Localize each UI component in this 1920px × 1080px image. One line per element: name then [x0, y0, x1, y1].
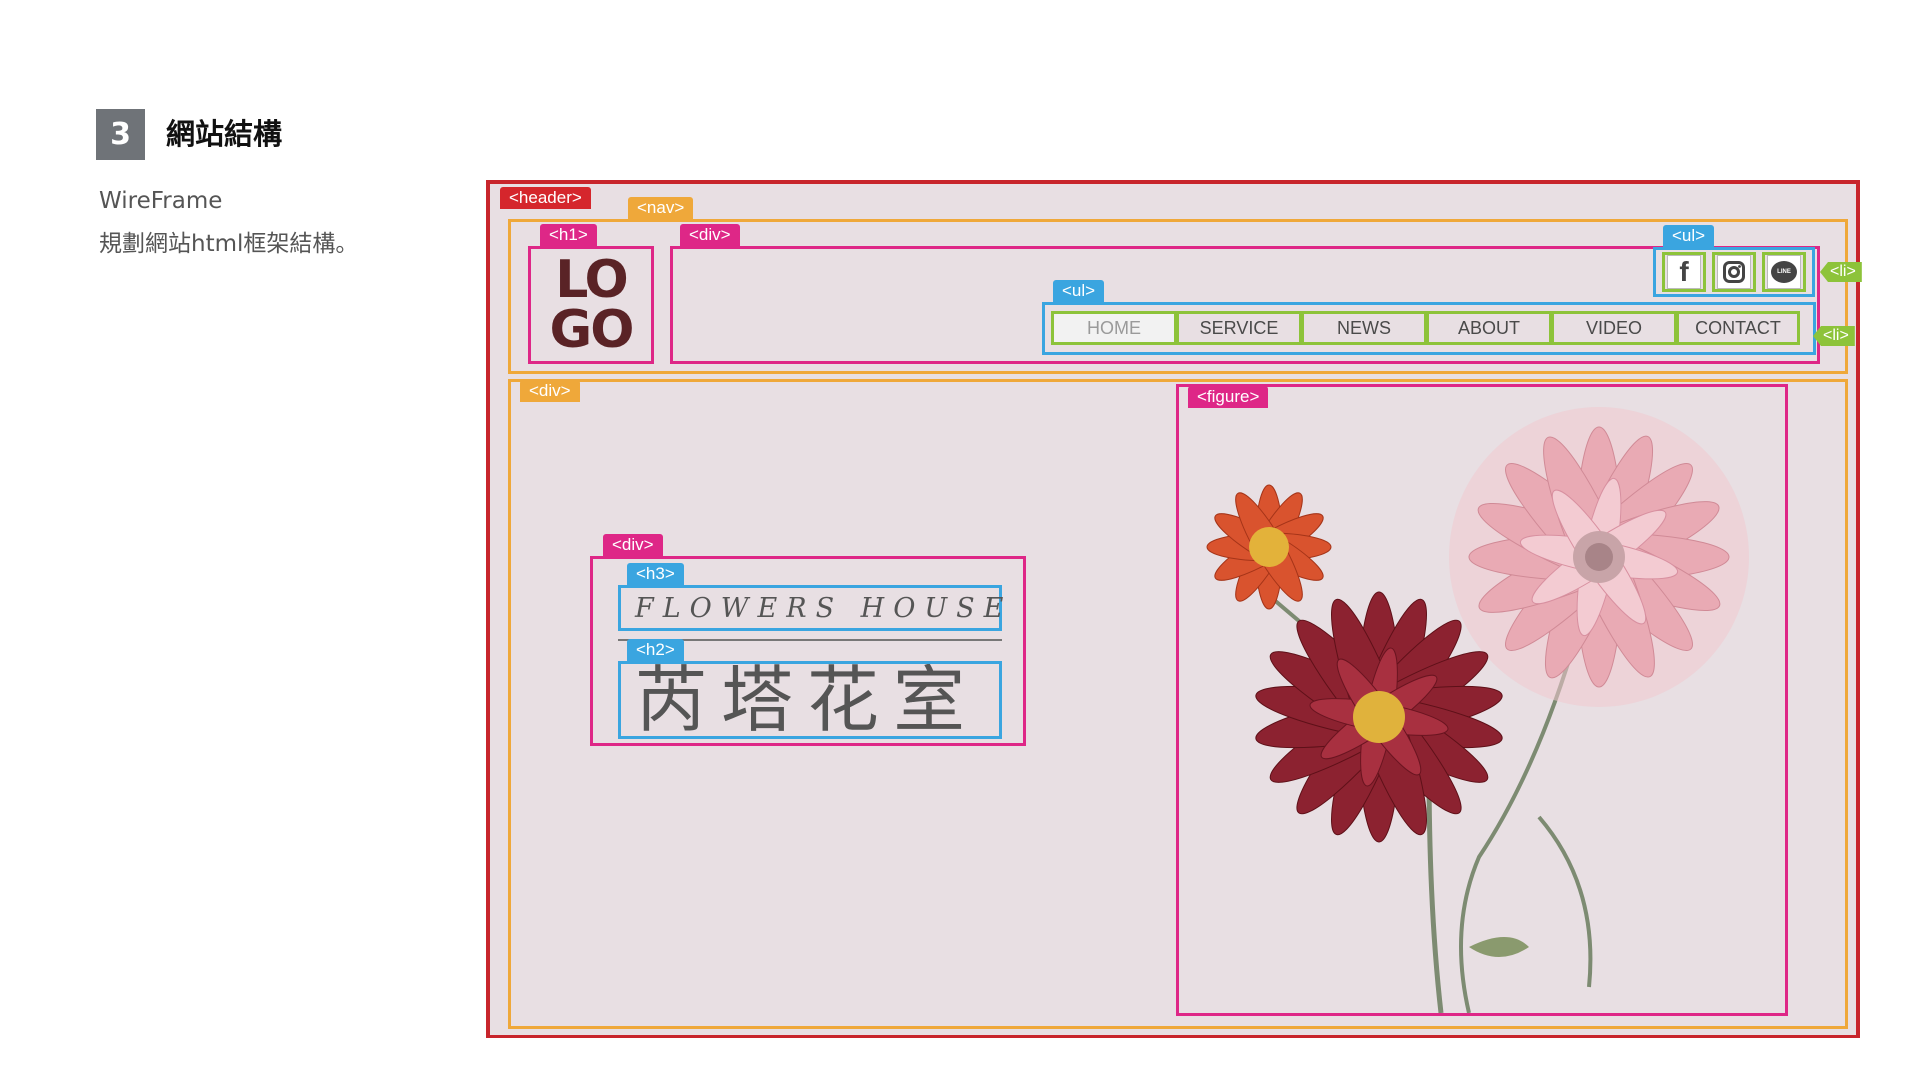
nav-item-about[interactable]: ABOUT: [1426, 311, 1552, 345]
h3-tag: <h3>: [627, 563, 684, 585]
line-icon: LINE: [1771, 261, 1797, 283]
h1-frame: LO GO: [528, 246, 654, 364]
logo-line-2: GO: [549, 300, 635, 360]
facebook-icon: f: [1679, 256, 1689, 287]
social-item-facebook[interactable]: f: [1662, 252, 1706, 292]
header-tag: <header>: [500, 187, 591, 209]
hero-title: 芮塔花室: [635, 661, 980, 739]
wireframe-canvas: <header> <nav> <h1> LO GO <div> <ul> f L…: [486, 180, 1862, 1038]
ul-social-tag: <ul>: [1663, 225, 1715, 247]
nav-item-service[interactable]: SERVICE: [1176, 311, 1302, 345]
ul-nav-frame: HOME SERVICE NEWS ABOUT VIDEO CONTACT: [1042, 302, 1816, 355]
nav-item-contact[interactable]: CONTACT: [1676, 311, 1800, 345]
ul-nav-tag: <ul>: [1053, 280, 1105, 302]
section-number: 3: [96, 109, 145, 160]
h2-tag: <h2>: [627, 639, 684, 661]
h1-tag: <h1>: [540, 224, 597, 246]
section-subtitle: WireFrame: [99, 188, 223, 214]
div-text-tag: <div>: [603, 534, 663, 556]
instagram-icon: [1723, 261, 1745, 283]
h3-frame: FLOWERS HOUSE: [618, 585, 1003, 631]
nav-tag: <nav>: [628, 197, 694, 219]
line-icon-label: LINE: [1777, 269, 1791, 275]
hero-subtitle: FLOWERS HOUSE: [635, 592, 1013, 624]
section-description: 規劃網站html框架結構。: [99, 231, 359, 257]
section-title: 網站結構: [166, 117, 283, 151]
div-top-tag: <div>: [680, 224, 740, 246]
social-item-line[interactable]: LINE: [1762, 252, 1806, 292]
flower-illustration: [1206, 407, 1749, 1013]
logo[interactable]: LO GO: [549, 250, 635, 360]
li-social-tag: <li>: [1820, 262, 1862, 282]
div-text-frame: <h3> FLOWERS HOUSE <h2> 芮塔花室: [590, 556, 1026, 746]
figure-frame: [1176, 384, 1788, 1016]
nav-item-video[interactable]: VIDEO: [1551, 311, 1677, 345]
social-item-instagram[interactable]: [1712, 252, 1756, 292]
h2-frame: 芮塔花室: [618, 661, 1002, 739]
logo-line-1: LO: [555, 250, 628, 310]
nav-list: HOME SERVICE NEWS ABOUT VIDEO CONTACT: [1051, 311, 1805, 345]
li-nav-tag: <li>: [1813, 326, 1855, 346]
nav-item-home[interactable]: HOME: [1051, 311, 1177, 345]
nav-item-news[interactable]: NEWS: [1301, 311, 1427, 345]
ul-social-frame: f LINE: [1653, 247, 1815, 297]
